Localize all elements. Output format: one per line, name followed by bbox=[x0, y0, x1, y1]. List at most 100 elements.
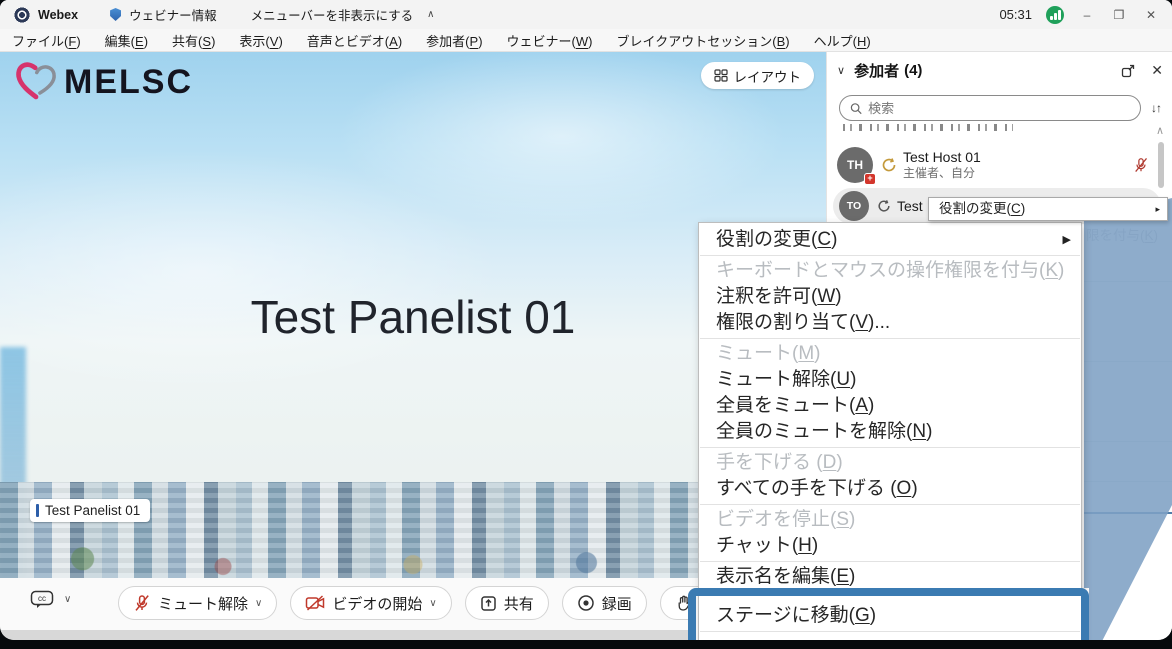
menu-item-chat[interactable]: チャット(H) bbox=[699, 533, 1081, 559]
video-name-tag-label: Test Panelist 01 bbox=[45, 503, 140, 518]
titlebar: Webex ウェビナー情報 メニューバーを非表示にする ∧ 05:31 – ❐ … bbox=[0, 0, 1172, 29]
context-menu-original-item[interactable]: 役割の変更(C) ▸ bbox=[928, 197, 1168, 221]
menu-participants[interactable]: 参加者(P) bbox=[426, 31, 482, 50]
menu-divider bbox=[700, 592, 1080, 593]
captions-icon[interactable]: cc bbox=[30, 590, 54, 609]
sort-icon[interactable]: ↓↑ bbox=[1151, 101, 1161, 115]
menu-divider bbox=[700, 504, 1080, 505]
menu-item-edit-display-name[interactable]: 表示名を編集(E) bbox=[699, 564, 1081, 590]
panel-close-icon[interactable]: ✕ bbox=[1151, 62, 1163, 79]
video-name-tag: Test Panelist 01 bbox=[30, 499, 150, 522]
webinar-info-icon bbox=[110, 8, 121, 21]
hide-menubar-button[interactable]: メニューバーを非表示にする bbox=[251, 5, 414, 24]
share-icon bbox=[480, 595, 497, 612]
menu-item-mute-all[interactable]: 全員をミュート(A) bbox=[699, 393, 1081, 419]
unmute-button-label: ミュート解除 bbox=[158, 593, 248, 614]
menu-divider bbox=[700, 561, 1080, 562]
participant-name: Test bbox=[897, 198, 923, 214]
menu-file[interactable]: ファイル(F) bbox=[12, 31, 81, 50]
heart-logo-icon bbox=[14, 60, 58, 104]
presenter-icon bbox=[881, 157, 897, 173]
menu-item-stop-video: ビデオを停止(S) bbox=[699, 507, 1081, 533]
camera-off-icon bbox=[305, 595, 325, 611]
popout-icon[interactable] bbox=[1121, 64, 1135, 78]
menu-edit[interactable]: 編集(E) bbox=[105, 31, 148, 50]
menu-divider bbox=[700, 631, 1080, 632]
webex-window: Webex ウェビナー情報 メニューバーを非表示にする ∧ 05:31 – ❐ … bbox=[0, 0, 1172, 640]
search-box[interactable] bbox=[839, 95, 1141, 121]
participant-role: 主催者、自分 bbox=[903, 166, 981, 181]
menu-item-grant-control: キーボードとマウスの操作権限を付与(K) bbox=[699, 258, 1081, 284]
search-input[interactable] bbox=[868, 101, 1130, 116]
menu-item-change-role[interactable]: 役割の変更(C)▶ bbox=[699, 227, 1081, 253]
participants-header: ∨ 参加者 (4) ✕ bbox=[837, 60, 1163, 81]
clipped-list-row bbox=[843, 124, 1013, 131]
menu-help[interactable]: ヘルプ(H) bbox=[814, 31, 871, 50]
close-button[interactable]: ✕ bbox=[1142, 8, 1160, 22]
record-button-label: 録画 bbox=[602, 593, 632, 614]
app-name: Webex bbox=[38, 8, 78, 22]
menu-audio-video[interactable]: 音声とビデオ(A) bbox=[307, 31, 402, 50]
chevron-up-icon[interactable]: ∧ bbox=[427, 9, 434, 20]
layout-button-label: レイアウト bbox=[734, 66, 802, 86]
participants-count: (4) bbox=[904, 62, 922, 79]
submenu-arrow-icon: ▸ bbox=[1155, 198, 1160, 220]
titlebar-left: Webex ウェビナー情報 メニューバーを非表示にする ∧ bbox=[0, 5, 434, 24]
menubar: ファイル(F) 編集(E) 共有(S) 表示(V) 音声とビデオ(A) 参加者(… bbox=[0, 29, 1172, 52]
speaking-indicator-icon bbox=[36, 504, 39, 517]
menu-item-lower-all-hands[interactable]: すべての手を下げる (O) bbox=[699, 476, 1081, 502]
start-video-button[interactable]: ビデオの開始 ∨ bbox=[290, 586, 451, 620]
webex-logo-icon bbox=[14, 7, 30, 23]
connection-status-icon bbox=[1046, 6, 1064, 24]
menu-item-unmute[interactable]: ミュート解除(U) bbox=[699, 367, 1081, 393]
menu-divider bbox=[700, 338, 1080, 339]
captions-chevron-icon[interactable]: ∨ bbox=[64, 594, 71, 605]
avatar: TH + bbox=[837, 147, 873, 183]
unmute-chevron-icon[interactable]: ∨ bbox=[255, 598, 262, 609]
webinar-info-button[interactable]: ウェビナー情報 bbox=[129, 5, 217, 24]
titlebar-right: 05:31 – ❐ ✕ bbox=[999, 6, 1172, 24]
connecting-icon bbox=[877, 199, 891, 213]
clock-time: 05:31 bbox=[999, 7, 1032, 22]
menu-item-unmute-all[interactable]: 全員のミュートを解除(N) bbox=[699, 419, 1081, 445]
menu-item-allow-annotate[interactable]: 注釈を許可(W) bbox=[699, 284, 1081, 310]
record-button[interactable]: 録画 bbox=[562, 586, 647, 620]
captions-group: cc ∨ bbox=[30, 590, 71, 609]
participants-title: 参加者 bbox=[854, 60, 899, 81]
participant-muted-icon bbox=[1133, 157, 1149, 173]
screenshot-root: Webex ウェビナー情報 メニューバーを非表示にする ∧ 05:31 – ❐ … bbox=[0, 0, 1172, 649]
menu-divider bbox=[700, 447, 1080, 448]
menu-item-move-to-stage[interactable]: ステージに移動(G) bbox=[699, 603, 1081, 629]
participant-name: Test Host 01 bbox=[903, 149, 981, 167]
brand-logo: MELSC bbox=[14, 60, 193, 104]
participant-context-menu: 役割の変更(C)▶ キーボードとマウスの操作権限を付与(K) 注釈を許可(W) … bbox=[698, 222, 1082, 640]
scroll-up-icon[interactable]: ∧ bbox=[1156, 124, 1164, 137]
panel-chevron-down-icon[interactable]: ∨ bbox=[837, 64, 845, 77]
menu-item-assign-privilege[interactable]: 権限の割り当て(V)... bbox=[699, 310, 1081, 336]
svg-text:cc: cc bbox=[38, 594, 46, 603]
search-icon bbox=[850, 102, 862, 115]
menu-view[interactable]: 表示(V) bbox=[239, 31, 282, 50]
menu-item-lower-hand: 手を下げる (D) bbox=[699, 450, 1081, 476]
mic-off-icon bbox=[133, 594, 151, 612]
participant-row-host[interactable]: TH + Test Host 01 主催者、自分 bbox=[833, 142, 1163, 188]
submenu-arrow-icon: ▶ bbox=[1063, 227, 1071, 253]
share-button[interactable]: 共有 bbox=[465, 586, 549, 620]
menu-webinar[interactable]: ウェビナー(W) bbox=[507, 31, 593, 50]
video-chevron-icon[interactable]: ∨ bbox=[429, 598, 436, 609]
menu-divider bbox=[700, 255, 1080, 256]
unmute-button[interactable]: ミュート解除 ∨ bbox=[118, 586, 277, 620]
menu-breakout[interactable]: ブレイクアウトセッション(B) bbox=[617, 31, 790, 50]
menu-share[interactable]: 共有(S) bbox=[172, 31, 215, 50]
brand-name: MELSC bbox=[64, 63, 193, 102]
layout-grid-icon bbox=[714, 69, 728, 82]
participants-search-row: ↓↑ bbox=[839, 95, 1161, 121]
maximize-button[interactable]: ❐ bbox=[1110, 8, 1128, 22]
share-button-label: 共有 bbox=[504, 593, 534, 614]
layout-button[interactable]: レイアウト bbox=[701, 62, 815, 89]
avatar: TO bbox=[839, 191, 869, 221]
host-badge-icon: + bbox=[864, 173, 876, 185]
start-video-button-label: ビデオの開始 bbox=[332, 593, 422, 614]
minimize-button[interactable]: – bbox=[1078, 8, 1096, 22]
menu-item-mute: ミュート(M) bbox=[699, 341, 1081, 367]
